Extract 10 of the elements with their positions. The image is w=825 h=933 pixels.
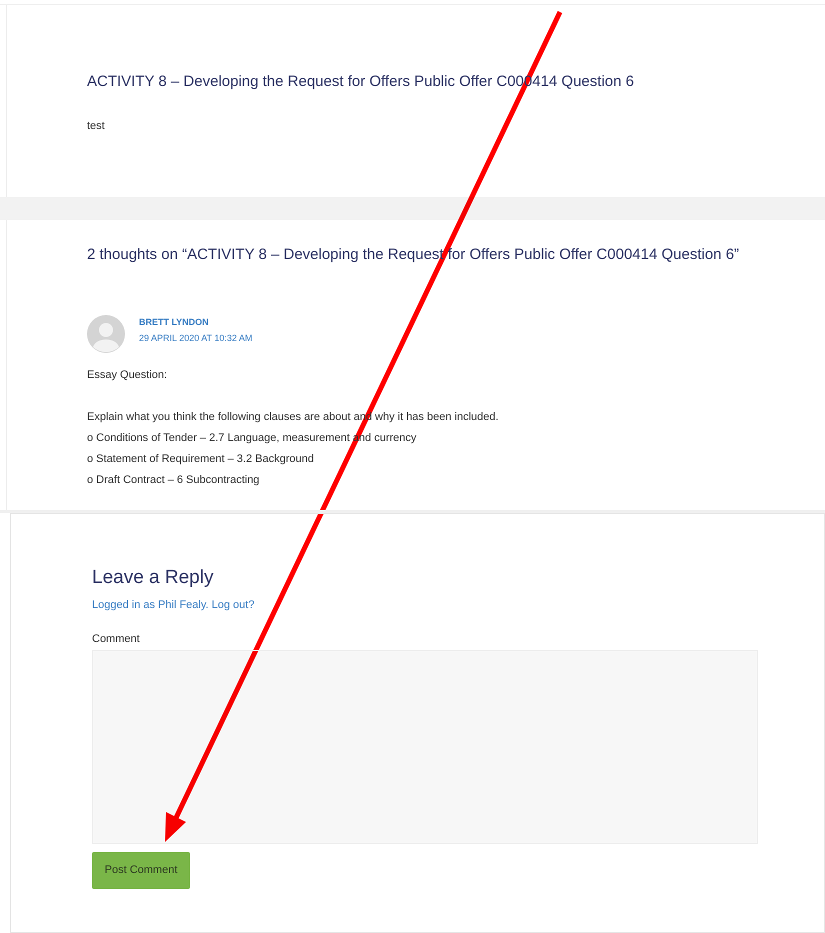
post-body: test: [87, 118, 106, 134]
comment-label: Comment: [92, 632, 141, 647]
comment-text: Essay Question:: [87, 368, 168, 382]
logged-in-link[interactable]: Logged in as Phil Fealy. Log out?: [92, 596, 743, 613]
comment-author[interactable]: BRETT LYNDON: [139, 316, 252, 330]
comment-date[interactable]: 29 APRIL 2020 AT 10:32 AM: [139, 332, 252, 345]
reply-heading: Leave a Reply: [92, 566, 214, 590]
post-comment-button[interactable]: Post Comment: [92, 852, 190, 888]
comment-text: o Statement of Requirement – 3.2 Background: [87, 452, 315, 466]
comment-text: o Draft Contract – 6 Subcontracting: [87, 472, 260, 488]
